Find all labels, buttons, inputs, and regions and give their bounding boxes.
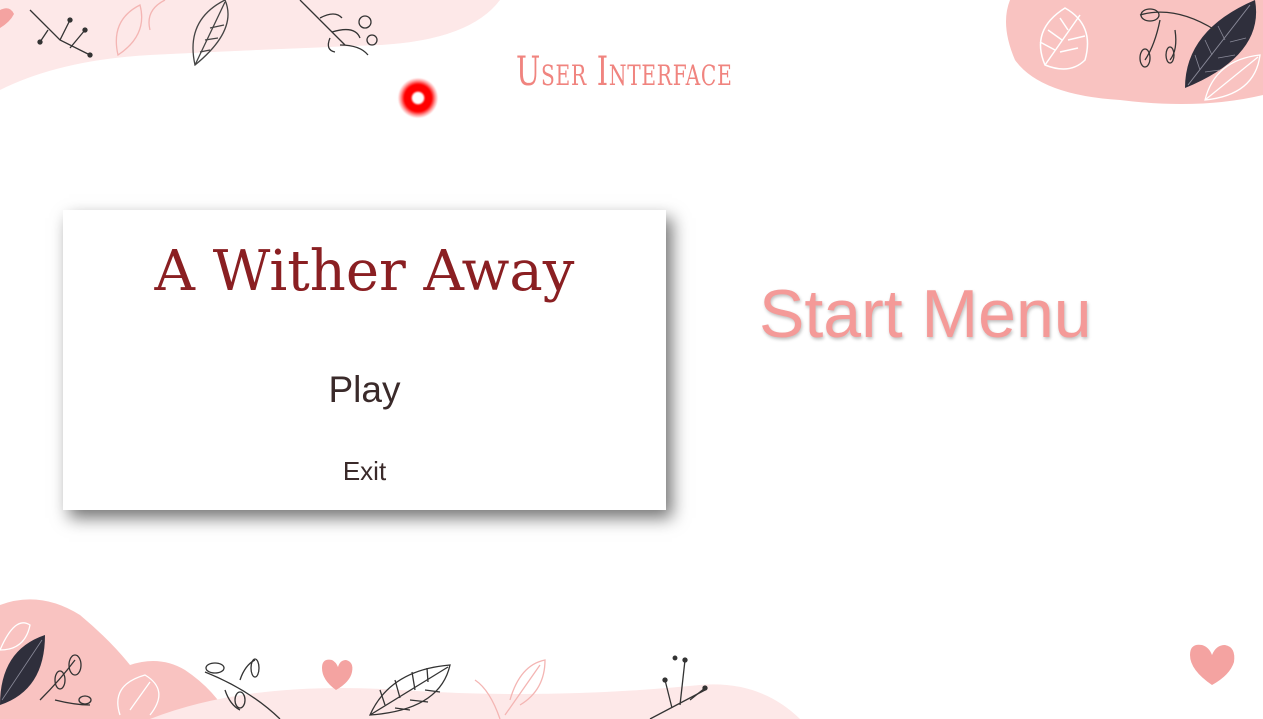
laser-pointer-icon <box>398 78 438 118</box>
slide-header-title: User Interface <box>516 49 733 95</box>
section-label: Start Menu <box>759 276 1092 352</box>
start-menu-screenshot: A Wither Away Play Exit <box>63 210 666 510</box>
top-left-blob <box>0 0 500 90</box>
play-button[interactable]: Play <box>329 371 401 408</box>
heart-icon <box>322 659 353 690</box>
game-title: A Wither Away <box>154 239 575 304</box>
exit-button[interactable]: Exit <box>343 458 386 484</box>
heart-icon <box>1190 644 1235 685</box>
